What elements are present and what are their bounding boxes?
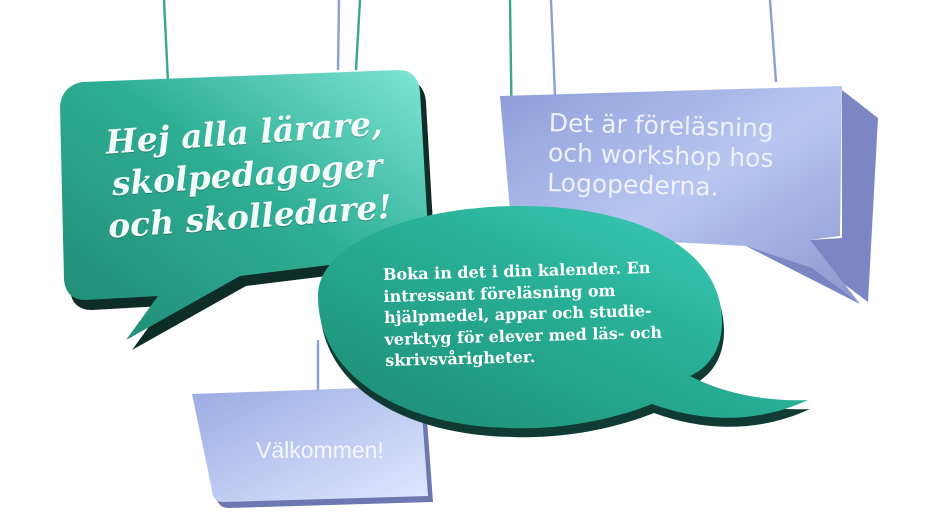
speech-bubble-scene: [60, 0, 878, 508]
